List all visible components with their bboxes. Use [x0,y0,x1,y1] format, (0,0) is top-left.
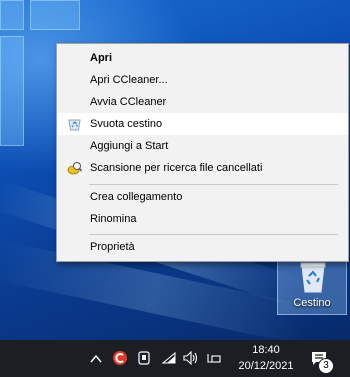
notification-count-badge: 3 [318,358,334,374]
menu-separator [89,184,338,185]
chevron-up-icon[interactable] [90,354,102,364]
wallpaper-pane [0,36,24,146]
recycle-bin-label: Cestino [293,297,331,309]
clock-time: 18:40 [252,344,280,356]
menu-item-properties[interactable]: Proprietà [57,236,348,258]
recycle-bin-icon [68,119,81,131]
menu-item-open[interactable]: Apri [57,47,348,69]
keyboard-icon[interactable] [206,351,222,365]
recycle-bin-icon [300,262,326,293]
menu-item-scan-deleted-files[interactable]: Scansione per ricerca file cancellati [57,157,348,179]
wallpaper-pane [30,0,80,30]
menu-item-label: Svuota cestino [90,118,163,130]
menu-item-label: Avvia CCleaner [90,96,167,108]
menu-item-empty-recycle-bin[interactable]: Svuota cestino [57,113,348,135]
clock-date: 20/12/2021 [238,360,294,372]
ccleaner-tray-icon[interactable] [112,350,128,366]
system-clock[interactable]: 18:40 20/12/2021 [236,342,296,374]
menu-item-label: Apri [90,52,112,64]
menu-item-rename[interactable]: Rinomina [57,208,348,230]
recycle-bin-desktop-icon[interactable]: Cestino [277,255,347,315]
menu-item-label: Rinomina [90,213,137,225]
menu-item-create-shortcut[interactable]: Crea collegamento [57,186,348,208]
menu-item-label: Crea collegamento [90,191,183,203]
menu-item-label: Proprietà [90,241,135,253]
meet-now-icon[interactable] [137,350,151,366]
volume-icon[interactable] [183,351,199,365]
recuva-icon [67,162,82,175]
menu-item-label: Aggiungi a Start [90,140,169,152]
menu-item-run-ccleaner[interactable]: Avvia CCleaner [57,91,348,113]
menu-item-open-ccleaner[interactable]: Apri CCleaner... [57,69,348,91]
menu-separator [89,234,338,235]
menu-item-label: Scansione per ricerca file cancellati [90,162,263,174]
wallpaper-pane [0,0,24,30]
menu-item-pin-to-start[interactable]: Aggiungi a Start [57,135,348,157]
menu-item-label: Apri CCleaner... [90,74,168,86]
taskbar: 18:40 20/12/2021 [0,340,350,377]
wifi-icon[interactable] [161,351,177,365]
context-menu: Apri Apri CCleaner... Avvia CCleaner Svu… [56,43,349,262]
